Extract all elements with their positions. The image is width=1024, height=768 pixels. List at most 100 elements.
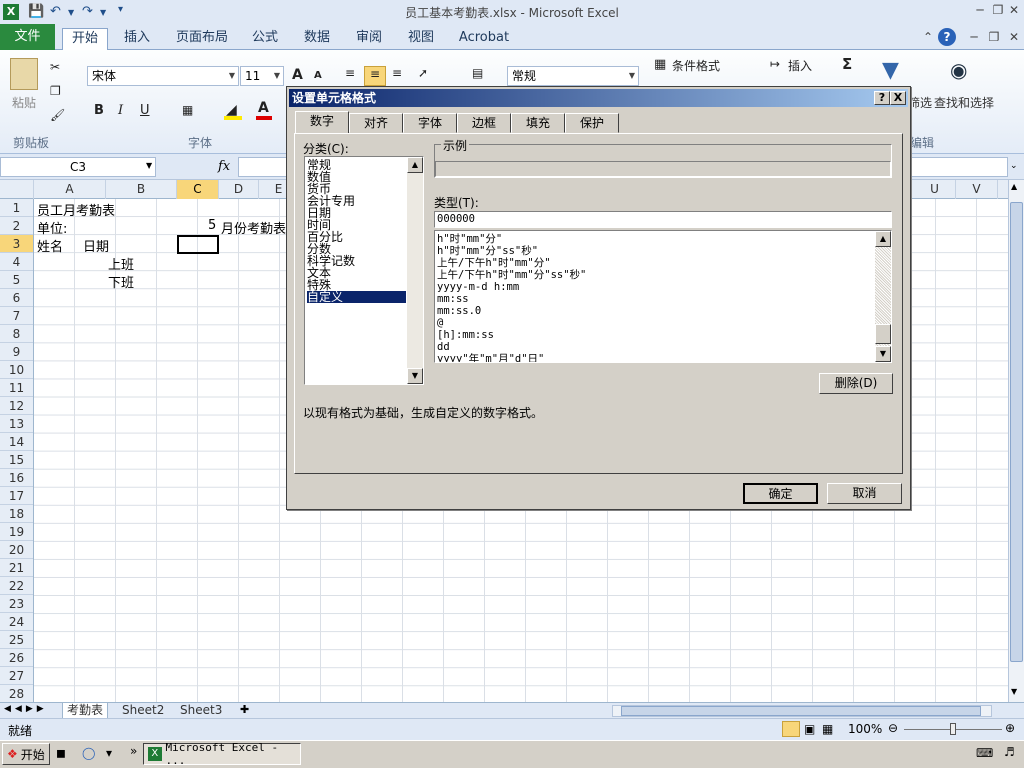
bold-button[interactable]: B <box>94 103 104 118</box>
row-header[interactable]: 12 <box>0 397 33 415</box>
row-header[interactable]: 1 <box>0 199 33 217</box>
category-list[interactable]: 常规 数值 货币 会计专用 日期 时间 百分比 分数 科学记数 文本 特殊 自定… <box>304 156 424 385</box>
format-item[interactable]: mm:ss <box>437 293 469 305</box>
format-item[interactable]: dd <box>437 341 450 353</box>
tab-acrobat[interactable]: Acrobat <box>454 28 514 50</box>
column-header[interactable]: U <box>914 180 956 199</box>
column-header[interactable]: B <box>106 180 177 199</box>
format-scrollbar[interactable]: ▲ ▼ <box>875 231 891 362</box>
category-item-selected[interactable]: 自定义 <box>307 291 406 303</box>
scroll-thumb[interactable] <box>1010 202 1023 662</box>
format-item[interactable]: @ <box>437 317 443 329</box>
cell-d2[interactable]: 月份考勤表 <box>221 218 286 237</box>
sort-filter-icon[interactable]: ▼ <box>882 58 899 83</box>
tab-alignment[interactable]: 对齐 <box>349 113 403 133</box>
tab-data[interactable]: 数据 <box>298 28 336 50</box>
tab-font[interactable]: 字体 <box>403 113 457 133</box>
tab-number[interactable]: 数字 <box>295 111 349 134</box>
column-header[interactable]: V <box>956 180 998 199</box>
sheet-tab-sheet2[interactable]: Sheet2 <box>118 703 168 719</box>
quicklaunch-icon[interactable]: ◼ <box>56 746 66 760</box>
vertical-scrollbar[interactable]: ▲ ▼ <box>1008 180 1024 702</box>
column-header[interactable]: A <box>34 180 106 199</box>
row-header[interactable]: 10 <box>0 361 33 379</box>
expand-formula-icon[interactable]: ⌄ <box>1010 161 1018 171</box>
ribbon-collapse-icon[interactable]: ⌃ <box>920 30 936 46</box>
orientation-icon[interactable]: ➚ <box>418 66 428 80</box>
tab-page-layout[interactable]: 页面布局 <box>172 28 232 50</box>
zoom-out-icon[interactable]: ⊖ <box>888 721 898 735</box>
scroll-up-icon[interactable]: ▲ <box>1011 182 1017 191</box>
zoom-slider-thumb[interactable] <box>950 723 956 735</box>
scroll-up-icon[interactable]: ▲ <box>875 231 891 247</box>
selected-cell-c3[interactable] <box>177 235 219 254</box>
doc-close-icon[interactable]: ✕ <box>1006 30 1022 46</box>
sheet-tab-sheet3[interactable]: Sheet3 <box>176 703 226 719</box>
column-header[interactable]: D <box>219 180 259 199</box>
conditional-format-icon[interactable]: ▦ <box>654 57 666 72</box>
tab-fill[interactable]: 填充 <box>511 113 565 133</box>
minimize-icon[interactable]: ─ <box>972 3 988 19</box>
row-header[interactable]: 18 <box>0 505 33 523</box>
row-header[interactable]: 4 <box>0 253 33 271</box>
paste-button[interactable]: 粘贴 <box>12 94 36 111</box>
insert-sheet-icon[interactable]: ✚ <box>240 703 249 716</box>
zoom-level[interactable]: 100% <box>848 722 882 736</box>
format-item[interactable]: 上午/下午h"时"mm"分" <box>437 257 551 269</box>
column-header[interactable]: C <box>177 180 219 199</box>
close-button[interactable]: X <box>890 91 906 105</box>
keyboard-icon[interactable]: ⌨ <box>976 746 993 760</box>
autosum-button[interactable]: Σ <box>842 55 852 73</box>
tab-formulas[interactable]: 公式 <box>246 28 284 50</box>
tab-view[interactable]: 视图 <box>402 28 440 50</box>
underline-button[interactable]: U <box>140 103 150 118</box>
delete-button[interactable]: 删除(D) <box>819 373 893 394</box>
format-item[interactable]: yyyy"年"m"月"d"日" <box>437 353 544 362</box>
increase-font-button[interactable]: A <box>292 67 303 83</box>
ie-icon[interactable]: ◯ <box>82 746 95 760</box>
format-item[interactable]: h"时"mm"分"ss"秒" <box>437 245 538 257</box>
row-header[interactable]: 21 <box>0 559 33 577</box>
volume-icon[interactable]: ♬ <box>1004 745 1015 759</box>
row-header[interactable]: 22 <box>0 577 33 595</box>
normal-view-icon[interactable] <box>782 721 800 737</box>
ok-button[interactable]: 确定 <box>743 483 818 504</box>
doc-restore-icon[interactable]: ❐ <box>986 30 1002 46</box>
horizontal-scrollbar[interactable] <box>612 705 992 717</box>
quicklaunch-more-icon[interactable]: » <box>130 744 137 758</box>
row-header[interactable]: 20 <box>0 541 33 559</box>
row-header[interactable]: 28 <box>0 685 33 703</box>
scroll-down-icon[interactable]: ▼ <box>875 346 891 362</box>
filter-button[interactable]: 筛选 <box>908 94 932 111</box>
format-item[interactable]: [h]:mm:ss <box>437 329 494 341</box>
start-button[interactable]: ❖ 开始 <box>2 743 50 765</box>
cell-b4[interactable]: 上班 <box>108 254 134 273</box>
tab-file[interactable]: 文件 <box>0 24 55 50</box>
row-header[interactable]: 27 <box>0 667 33 685</box>
font-size-combo[interactable]: 11 ▼ <box>240 66 284 86</box>
row-header[interactable]: 7 <box>0 307 33 325</box>
align-middle-icon[interactable]: ≡ <box>364 66 386 86</box>
dialog-title-bar[interactable]: 设置单元格格式 ? X <box>289 89 908 107</box>
chevron-down-icon[interactable]: ▼ <box>146 161 152 170</box>
number-format-combo[interactable]: 常规 ▼ <box>507 66 639 86</box>
binoculars-icon[interactable]: ◉ <box>950 58 967 82</box>
row-header[interactable]: 13 <box>0 415 33 433</box>
format-item[interactable]: 上午/下午h"时"mm"分"ss"秒" <box>437 269 586 281</box>
cut-icon[interactable]: ✂ <box>50 60 60 74</box>
find-select-button[interactable]: 查找和选择 <box>934 94 994 111</box>
cell-c2[interactable]: 5 <box>208 218 216 233</box>
select-all-corner[interactable] <box>0 180 34 199</box>
type-input[interactable]: 000000 <box>434 211 892 228</box>
close-icon[interactable]: ✕ <box>1006 3 1022 19</box>
paste-icon[interactable] <box>10 58 38 90</box>
scroll-thumb[interactable] <box>875 324 891 344</box>
sheet-tab-kaoqin[interactable]: 考勤表 <box>62 703 109 719</box>
align-top-icon[interactable]: ≡ <box>345 66 355 80</box>
sheet-nav-icon[interactable]: ◀◀▶▶ <box>4 704 48 714</box>
font-color-button[interactable]: A <box>258 100 269 116</box>
tab-insert[interactable]: 插入 <box>118 28 156 50</box>
wrap-text-icon[interactable]: ▤ <box>472 66 483 80</box>
format-item[interactable]: h"时"mm"分" <box>437 233 502 245</box>
row-header[interactable]: 24 <box>0 613 33 631</box>
